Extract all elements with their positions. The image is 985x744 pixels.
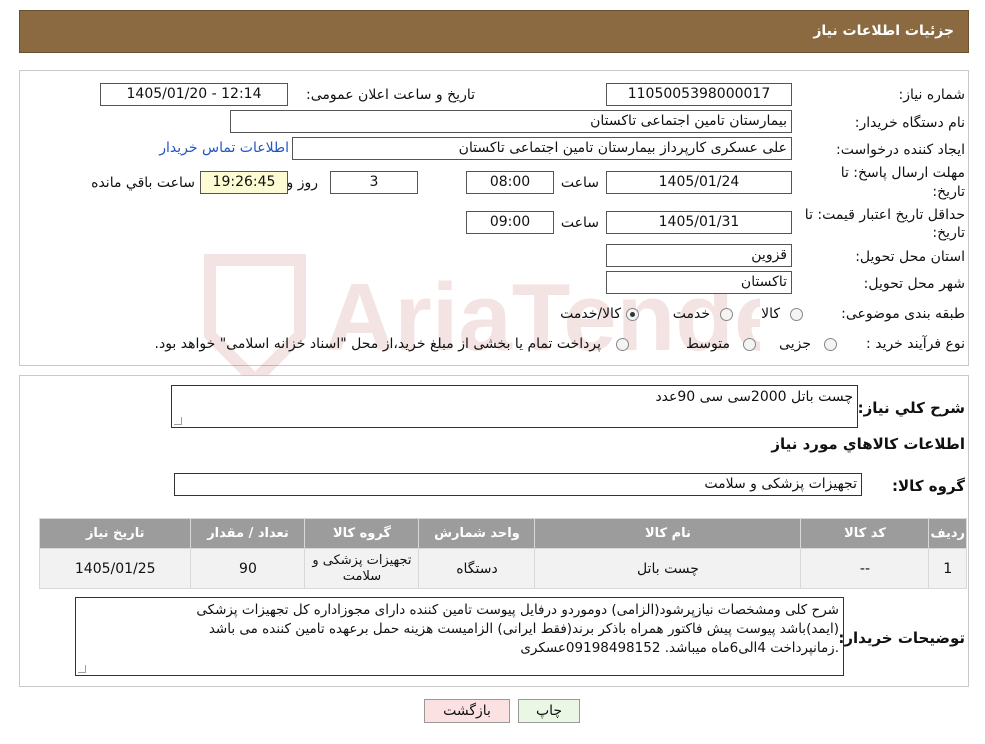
deadline-label-date: تاریخ: bbox=[932, 184, 965, 200]
city-field: تاکستان bbox=[606, 271, 792, 294]
category-radio-goods-service[interactable] bbox=[626, 308, 639, 321]
col-qty: تعداد / مقدار bbox=[190, 518, 306, 549]
summary-field: چست باتل 2000سی سی 90عدد bbox=[171, 385, 858, 428]
buyer-org-label: نام دستگاه خریدار: bbox=[854, 115, 965, 131]
cell-qty: 90 bbox=[190, 548, 306, 589]
buyer-org-field: بیمارستان تامین اجتماعی تاکستان bbox=[230, 110, 792, 133]
notes-line-1: شرح کلی ومشخصات نیازپرشود(الزامی) دومورد… bbox=[196, 602, 839, 618]
page-header: جزئیات اطلاعات نیاز bbox=[19, 10, 969, 53]
validity-label-date: تاریخ: bbox=[932, 225, 965, 241]
summary-resize-handle[interactable] bbox=[174, 417, 182, 425]
cell-name: چست باتل bbox=[534, 548, 802, 589]
process-option-partial: جزیی bbox=[779, 336, 811, 352]
col-date: تاریخ نیاز bbox=[38, 518, 192, 549]
process-radio-treasury[interactable] bbox=[616, 338, 629, 351]
remaining-label: ساعت باقي مانده bbox=[91, 175, 195, 191]
deadline-label: مهلت ارسال پاسخ: تا bbox=[840, 165, 965, 181]
back-button[interactable]: بازگشت bbox=[424, 699, 510, 723]
category-option-service: خدمت bbox=[672, 306, 710, 322]
notes-label: توضیحات خریدار: bbox=[838, 629, 965, 647]
cell-row: 1 bbox=[928, 548, 967, 589]
validity-time-label: ساعت bbox=[560, 215, 599, 231]
notes-field: شرح کلی ومشخصات نیازپرشود(الزامی) دومورد… bbox=[75, 597, 844, 676]
process-note: پرداخت تمام یا بخشی از مبلغ خرید،از محل … bbox=[154, 336, 601, 352]
col-group: گروه کالا bbox=[304, 518, 420, 549]
goods-table: رديف کد کالا نام کالا واحد شمارش گروه کا… bbox=[38, 518, 967, 589]
category-option-goods: کالا bbox=[761, 306, 780, 322]
creator-label: ایجاد کننده درخواست: bbox=[836, 142, 965, 158]
table-header-row: رديف کد کالا نام کالا واحد شمارش گروه کا… bbox=[38, 518, 967, 549]
col-row: رديف bbox=[928, 518, 967, 549]
col-name: نام کالا bbox=[534, 518, 802, 549]
notes-line-2: (ایمد)باشد پیوست پیش فاکتور همراه باذکر … bbox=[208, 621, 839, 637]
cell-group: تجهیزات پزشکی و سلامت bbox=[304, 548, 420, 589]
need-number-label: شماره نیاز: bbox=[898, 87, 966, 103]
page-title: جزئیات اطلاعات نیاز bbox=[813, 23, 954, 39]
province-label: استان محل تحویل: bbox=[855, 249, 965, 265]
validity-time-field: 09:00 bbox=[466, 211, 554, 234]
cell-unit: دستگاه bbox=[418, 548, 536, 589]
creator-field: علی عسکری کارپرداز بیمارستان تامین اجتما… bbox=[292, 137, 792, 160]
need-number-field: 1105005398000017 bbox=[606, 83, 792, 106]
process-radio-partial[interactable] bbox=[824, 338, 837, 351]
city-label: شهر محل تحویل: bbox=[863, 276, 965, 292]
category-label: طبقه بندی موضوعی: bbox=[841, 306, 965, 322]
category-option-goods-service: کالا/خدمت bbox=[560, 306, 621, 322]
remaining-time-field: 19:26:45 bbox=[200, 171, 288, 194]
buyer-contact-link[interactable]: اطلاعات تماس خریدار bbox=[159, 140, 289, 156]
province-field: قزوین bbox=[606, 244, 792, 267]
deadline-date-field: 1405/01/24 bbox=[606, 171, 792, 194]
goods-info-title: اطلاعات کالاهاي مورد نياز bbox=[771, 435, 965, 453]
cell-date: 1405/01/25 bbox=[38, 548, 192, 589]
goods-group-field: تجهیزات پزشکی و سلامت bbox=[174, 473, 862, 496]
summary-label: شرح کلي نياز: bbox=[857, 399, 965, 417]
days-remaining-field: 3 bbox=[330, 171, 418, 194]
category-radio-goods[interactable] bbox=[790, 308, 803, 321]
announce-label: تاریخ و ساعت اعلان عمومی: bbox=[306, 87, 475, 103]
summary-value: چست باتل 2000سی سی 90عدد bbox=[655, 389, 853, 405]
announce-field: 1405/01/20 - 12:14 bbox=[100, 83, 288, 106]
category-radio-service[interactable] bbox=[720, 308, 733, 321]
print-button[interactable]: چاپ bbox=[518, 699, 580, 723]
deadline-time-field: 08:00 bbox=[466, 171, 554, 194]
col-unit: واحد شمارش bbox=[418, 518, 536, 549]
notes-resize-handle[interactable] bbox=[78, 665, 86, 673]
process-label: نوع فرآیند خرید : bbox=[866, 336, 965, 352]
notes-line-3: .زمانپرداخت 4الی6ماه میباشد. 09198498152… bbox=[520, 640, 839, 656]
goods-group-label: گروه کالا: bbox=[892, 477, 965, 495]
deadline-time-label: ساعت bbox=[560, 175, 599, 191]
validity-label: حداقل تاریخ اعتبار قیمت: تا bbox=[804, 207, 965, 223]
cell-code: -- bbox=[800, 548, 930, 589]
col-code: کد کالا bbox=[800, 518, 930, 549]
validity-date-field: 1405/01/31 bbox=[606, 211, 792, 234]
table-row: 1 -- چست باتل دستگاه تجهیزات پزشکی و سلا… bbox=[38, 548, 967, 589]
days-label: روز و bbox=[286, 175, 319, 191]
process-radio-medium[interactable] bbox=[743, 338, 756, 351]
process-option-medium: متوسط bbox=[686, 336, 730, 352]
